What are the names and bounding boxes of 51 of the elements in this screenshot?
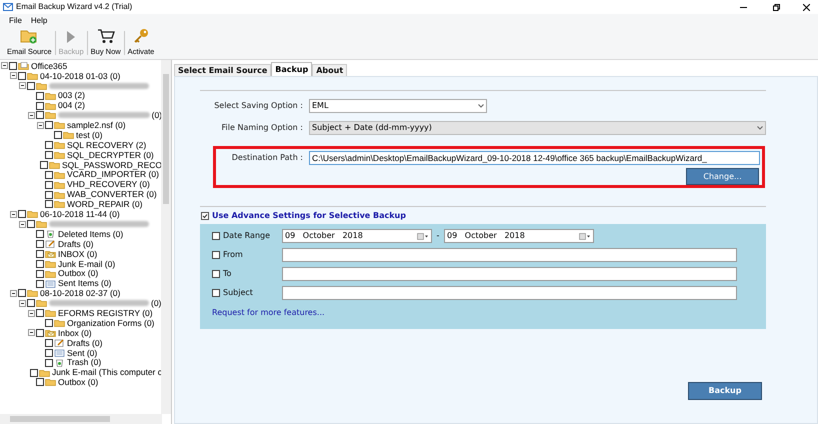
field-label: Destination Path : bbox=[232, 152, 303, 164]
menu-item[interactable]: File bbox=[9, 14, 22, 26]
filter-label: Date Range bbox=[223, 230, 272, 242]
date-picker[interactable]: 09 October 2018 bbox=[282, 229, 432, 243]
tree-item[interactable]: Sent (0) bbox=[67, 348, 98, 358]
field-label: File Naming Option : bbox=[222, 122, 303, 134]
tree-item[interactable]: Drafts (0) bbox=[58, 240, 94, 248]
tab[interactable]: Select Email Source bbox=[174, 64, 272, 76]
tree-item[interactable]: WAB_CONVERTER (0) bbox=[67, 190, 157, 199]
tree-item[interactable]: VCARD_IMPORTER (0) bbox=[67, 170, 159, 179]
tree-item[interactable]: WORD_REPAIR (0) bbox=[67, 200, 142, 209]
request-features-link[interactable]: Request for more features... bbox=[212, 307, 737, 319]
tree-item[interactable]: SQL RECOVERY (2) bbox=[67, 140, 146, 150]
tree-item[interactable]: Inbox (0) bbox=[58, 328, 92, 338]
date-separator: - bbox=[436, 230, 440, 242]
tab[interactable]: About bbox=[312, 64, 348, 76]
tree-item[interactable]: 004 (2) bbox=[58, 101, 85, 110]
tree-item[interactable]: 08-10-2018 02-37 (0) bbox=[40, 289, 120, 298]
change-button[interactable]: Change... bbox=[686, 168, 759, 185]
tree-item[interactable]: 06-10-2018 11-44 (0) bbox=[40, 210, 120, 219]
tree-item[interactable]: test (0) bbox=[76, 130, 102, 140]
tree-item[interactable]: EFORMS REGISTRY (0) bbox=[58, 308, 153, 318]
tree-item[interactable]: VHD_RECOVERY (0) bbox=[67, 180, 150, 189]
tree-item[interactable]: Trash (0) bbox=[67, 358, 102, 367]
tree-item[interactable]: SQL_DECRYPTER (0) bbox=[67, 150, 154, 160]
tree-item[interactable]: Drafts (0) bbox=[67, 338, 102, 348]
destination-path-field[interactable]: C:\Users\admin\Desktop\EmailBackupWizard_09-10-2018 12-49\office 365 backup\EmailBackupWizard_ bbox=[309, 151, 760, 165]
tree-item[interactable]: Organization Forms (0) bbox=[67, 318, 154, 328]
filter-label: Subject bbox=[223, 287, 254, 299]
saving-option-dropdown[interactable]: EML bbox=[309, 99, 487, 113]
tree-item[interactable]: INBOX (0) bbox=[58, 250, 98, 258]
filter-label: From bbox=[223, 249, 244, 261]
tree-item[interactable]: Junk E-mail (0) bbox=[58, 260, 116, 268]
tree-item[interactable]: Sent Items (0) bbox=[58, 279, 112, 288]
tree-item[interactable]: Deleted Items (0) bbox=[58, 230, 124, 238]
backup-button[interactable]: Backup bbox=[688, 382, 762, 400]
tree-item[interactable]: sample2.nsf (0) bbox=[67, 121, 126, 130]
filter-label: To bbox=[223, 268, 232, 280]
tree-item[interactable]: 003 (2) bbox=[58, 91, 85, 100]
tree-item[interactable]: 04-10-2018 01-03 (0) bbox=[40, 72, 120, 80]
date-picker[interactable]: 09 October 2018 bbox=[444, 229, 594, 243]
menu-item[interactable]: Help bbox=[30, 14, 48, 26]
window-title: Email Backup Wizard v4.2 (Trial) bbox=[16, 1, 132, 13]
tab[interactable]: Backup bbox=[271, 62, 312, 76]
tree-item[interactable]: Outbox (0) bbox=[58, 378, 98, 387]
field-label: Select Saving Option : bbox=[214, 100, 303, 112]
tree-item[interactable]: Office365 bbox=[31, 62, 68, 70]
tree-item[interactable]: (0) bbox=[151, 299, 162, 308]
tree-item[interactable]: Outbox (0) bbox=[58, 269, 98, 278]
tree-item[interactable]: SQL_PASSWORD_RECO bbox=[62, 160, 162, 170]
advanced-settings-label[interactable]: Use Advance Settings for Selective Backup bbox=[212, 210, 406, 222]
